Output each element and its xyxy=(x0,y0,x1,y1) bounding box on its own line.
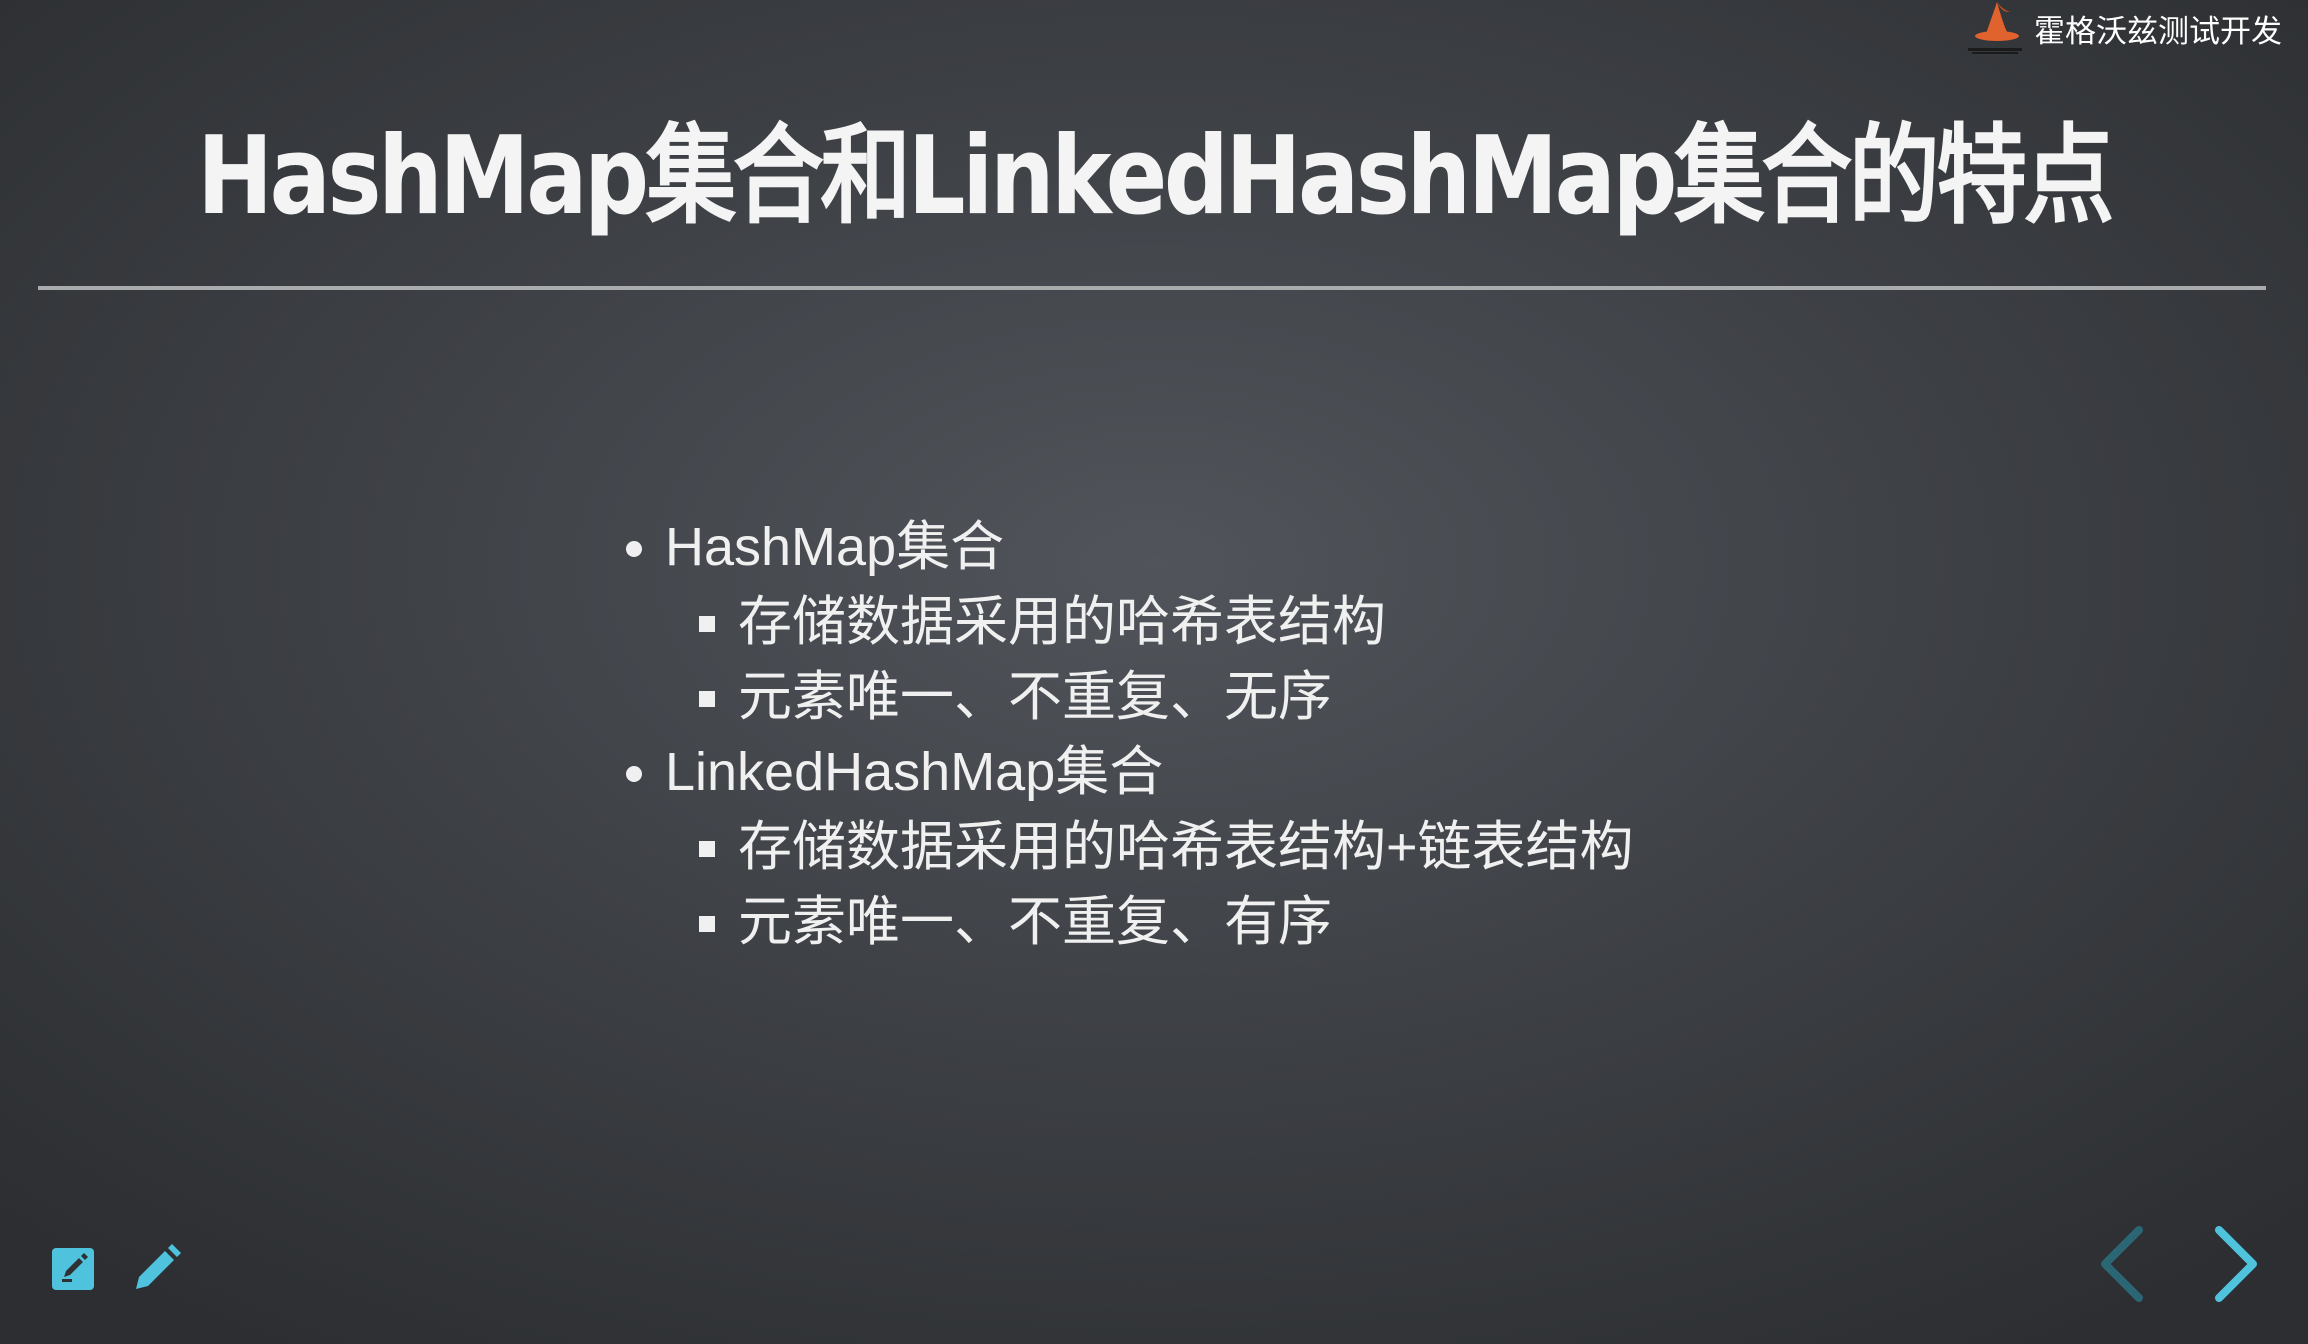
sub-bullet-item: 元素唯一、不重复、有序 xyxy=(738,885,1812,960)
sub-bullet-item: 存储数据采用的哈希表结构+链表结构 xyxy=(738,810,1812,885)
bullet-item-linkedhashmap: LinkedHashMap集合 存储数据采用的哈希表结构+链表结构 元素唯一、不… xyxy=(665,735,1812,960)
pen-button[interactable] xyxy=(132,1241,181,1293)
chevron-right-icon xyxy=(2215,1226,2257,1302)
bullet-item-hashmap: HashMap集合 存储数据采用的哈希表结构 元素唯一、不重复、无序 xyxy=(665,510,1812,735)
presentation-toolbar xyxy=(50,1241,181,1293)
sub-bullet-list: 存储数据采用的哈希表结构 元素唯一、不重复、无序 xyxy=(665,585,1812,735)
slide-content: HashMap集合 存储数据采用的哈希表结构 元素唯一、不重复、无序 Linke… xyxy=(612,510,1812,960)
brand-name: 霍格沃兹测试开发 xyxy=(2034,13,2282,50)
next-slide-button[interactable] xyxy=(2209,1222,2263,1306)
sub-bullet-item: 存储数据采用的哈希表结构 xyxy=(738,585,1812,660)
pencil-icon xyxy=(136,1244,181,1289)
bullet-text: HashMap集合 xyxy=(665,517,1005,577)
slide-navigation xyxy=(2095,1222,2263,1306)
wizard-hat-icon xyxy=(1968,2,2022,54)
slide-title: HashMap集合和LinkedHashMap集合的特点 xyxy=(197,114,2114,239)
notes-button[interactable] xyxy=(50,1241,98,1293)
title-divider xyxy=(38,286,2266,290)
chevron-left-icon xyxy=(2101,1226,2143,1302)
sub-bullet-item: 元素唯一、不重复、无序 xyxy=(738,660,1812,735)
edit-note-icon xyxy=(52,1248,94,1290)
prev-slide-button[interactable] xyxy=(2095,1222,2149,1306)
brand-header: 霍格沃兹测试开发 xyxy=(1966,0,2282,56)
bullet-text: LinkedHashMap集合 xyxy=(665,742,1164,802)
bullet-list: HashMap集合 存储数据采用的哈希表结构 元素唯一、不重复、无序 Linke… xyxy=(612,510,1812,960)
sub-bullet-list: 存储数据采用的哈希表结构+链表结构 元素唯一、不重复、有序 xyxy=(665,810,1812,960)
